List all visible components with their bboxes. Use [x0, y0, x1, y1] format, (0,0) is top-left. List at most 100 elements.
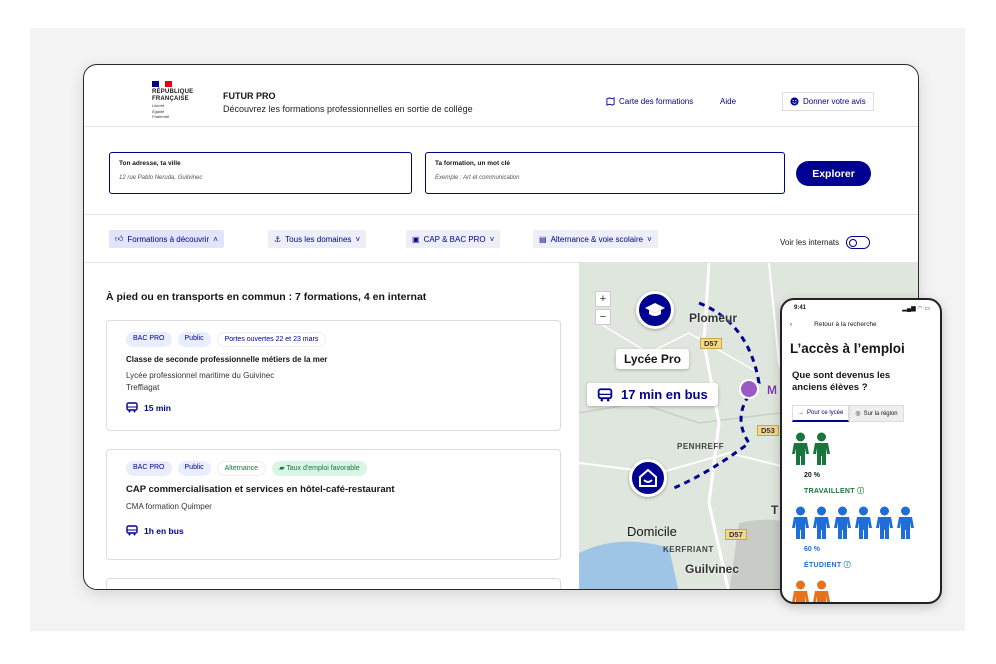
smiley-icon — [790, 97, 799, 106]
bus-icon — [126, 402, 138, 413]
stat2-label-text: ÉTUDIENT — [804, 562, 842, 569]
phone-question: Que sont devenus les anciens élèves ? — [792, 370, 891, 393]
stat1-label: TRAVAILLENT ⓘ — [804, 486, 864, 496]
chevron-down-icon: ˅ — [489, 234, 495, 244]
stat1-label-text: TRAVAILLENT — [804, 488, 855, 495]
card-title: Classe de seconde professionnelle métier… — [126, 355, 328, 364]
address-value: 12 rue Pablo Neruda, Guilvinec — [119, 175, 203, 181]
phone-title: L’accès à l’emploi — [790, 341, 905, 356]
feedback-button[interactable]: Donner votre avis — [782, 92, 874, 111]
zoom-out-button[interactable]: − — [595, 309, 611, 325]
road-label: D53 — [757, 425, 779, 436]
motto3: Fraternité — [152, 114, 170, 119]
card-transport: 15 min — [126, 402, 541, 413]
help-link[interactable]: Aide — [720, 97, 736, 106]
result-card[interactable]: BAC PRO Public Alternance ▰ Taux d'emplo… — [106, 449, 561, 560]
person-icon — [792, 506, 809, 539]
person-icon — [834, 506, 851, 539]
bus-icon — [597, 387, 613, 401]
pin-icon: ◎ — [855, 411, 861, 417]
thumb-up-icon: 👍︎ — [115, 234, 124, 243]
motto1: Liberté — [152, 103, 165, 108]
zoom-in-button[interactable]: + — [595, 291, 611, 307]
chevron-down-icon: ˅ — [647, 234, 652, 244]
filter-diploma[interactable]: ▣ CAP & BAC PRO ˅ — [406, 230, 501, 248]
bus-icon — [126, 525, 138, 536]
town-plomeur: Plomeur — [689, 311, 738, 325]
school-pin[interactable] — [636, 291, 674, 329]
phone-tabs: → Pour ce lycée ◎ Sur la région — [792, 405, 904, 422]
card-school: Lycée professionnel maritime du Guivinec — [126, 371, 275, 380]
pictogram-studying — [792, 506, 914, 540]
site-subtitle: Découvrez les formations professionnelle… — [223, 104, 473, 114]
filter-formations[interactable]: 👍︎ Formations à découvrir ˄ — [109, 230, 224, 248]
bus-duration-label: 17 min en bus — [587, 383, 718, 406]
flag-icon — [152, 81, 173, 87]
filter-mode[interactable]: ▤ Alternance & voie scolaire ˅ — [533, 230, 658, 248]
tag-employment-rate: ▰ Taux d'emploi favorable — [272, 461, 367, 476]
chevron-left-icon: ‹ — [790, 321, 793, 328]
tag-diploma: BAC PRO — [126, 461, 172, 476]
results-panel: À pied ou en transports en commun : 7 fo… — [84, 263, 579, 589]
building-icon: ▤ — [539, 234, 547, 244]
tag-sector: Public — [177, 332, 211, 347]
school-label: Lycée Pro — [616, 349, 689, 369]
filter-domains[interactable]: ⚓︎ Tous les domaines ˅ — [268, 230, 367, 248]
tab-lycee[interactable]: → Pour ce lycée — [792, 405, 850, 422]
chevron-up-icon: ˄ — [213, 234, 218, 244]
person-icon — [813, 506, 830, 539]
back-label: Retour à la recherche — [814, 321, 877, 328]
map-icon — [606, 97, 615, 106]
tag-open-days: Portes ouvertes 22 et 23 mars — [216, 332, 327, 347]
home-pin[interactable] — [629, 459, 667, 497]
arrow-right-icon: → — [798, 410, 804, 416]
formation-field[interactable]: Ta formation, un mot clé Exemple : Art e… — [425, 152, 785, 194]
road-label: D57 — [700, 338, 722, 349]
area-kerfriant: KERFRIANT — [663, 545, 714, 554]
anchor-icon: ⚓︎ — [274, 234, 282, 244]
phone-status-icons: ▂▄▆ ◠ ▭ — [902, 306, 930, 312]
result-card[interactable]: BAC PRO Public Portes ouvertes 22 et 23 … — [106, 320, 561, 431]
gov-logo[interactable]: RÉPUBLIQUE FRANÇAISE Liberté Égalité Fra… — [152, 81, 212, 120]
explore-button[interactable]: Explorer — [796, 161, 871, 186]
filter-diploma-label: CAP & BAC PRO — [423, 234, 486, 244]
tab-region[interactable]: ◎ Sur la région — [849, 405, 904, 422]
chevron-down-icon: ˅ — [355, 234, 361, 244]
gov-line2: FRANÇAISE — [152, 96, 189, 102]
tag-sector: Public — [177, 461, 211, 476]
formation-placeholder: Exemple : Art et communication — [435, 175, 520, 181]
town-partial-m: M — [767, 383, 777, 397]
card-school: CMA formation Quimper — [126, 502, 212, 511]
info-icon: ⓘ — [857, 488, 865, 495]
person-icon — [876, 506, 893, 539]
tag-diploma: BAC PRO — [126, 332, 172, 347]
back-link[interactable]: ‹ Retour à la recherche — [790, 321, 877, 328]
site-header: RÉPUBLIQUE FRANÇAISE Liberté Égalité Fra… — [84, 65, 918, 127]
area-penhreff: PENHREFF — [677, 442, 725, 451]
address-field[interactable]: Ton adresse, ta ville 12 rue Pablo Nerud… — [109, 152, 412, 194]
card-transport-label: 15 min — [144, 402, 171, 413]
pictogram-working — [792, 432, 830, 466]
internats-label: Voir les internats — [780, 238, 840, 247]
phone-time: 9:41 — [794, 305, 807, 311]
site-title[interactable]: FUTUR PRO — [223, 91, 276, 101]
result-card[interactable] — [106, 578, 561, 589]
town-guilvinec: Guilvinec — [685, 562, 740, 576]
results-heading: À pied ou en transports en commun : 7 fo… — [106, 291, 427, 303]
card-transport-label: 1h en bus — [144, 525, 184, 536]
road-label: D57 — [725, 529, 747, 540]
tab-lycee-label: Pour ce lycée — [807, 410, 844, 416]
internats-toggle-group: Voir les internats — [780, 236, 871, 249]
card-city: Treffiagat — [126, 383, 160, 392]
town-partial-t: T — [771, 503, 779, 517]
feedback-label: Donner votre avis — [803, 97, 866, 106]
internats-toggle[interactable] — [846, 236, 871, 249]
person-icon — [792, 432, 809, 465]
formation-label: Ta formation, un mot clé — [435, 160, 510, 167]
gov-line1: RÉPUBLIQUE — [152, 89, 194, 95]
home-icon — [639, 469, 657, 487]
search-bar: Ton adresse, ta ville 12 rue Pablo Nerud… — [84, 127, 918, 215]
camera-poi-icon[interactable] — [739, 379, 759, 399]
map-link[interactable]: Carte des formations — [606, 97, 693, 106]
person-icon — [897, 506, 914, 539]
